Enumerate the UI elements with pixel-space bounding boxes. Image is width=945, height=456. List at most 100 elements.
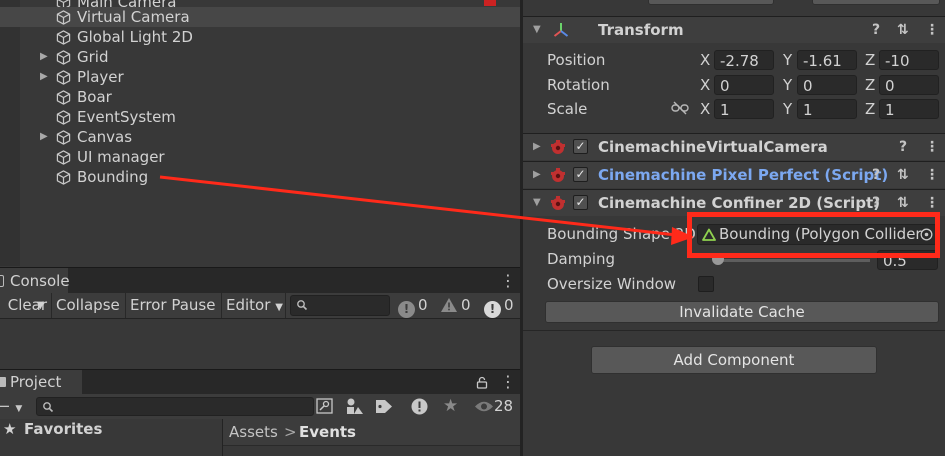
presets-icon[interactable]: ⇅ bbox=[897, 17, 909, 43]
transform-header[interactable]: ▼ Transform ? ⇅ ⋮ bbox=[523, 16, 945, 43]
gameobject-icon bbox=[56, 30, 71, 45]
hierarchy-item-canvas[interactable]: ▶ Canvas bbox=[0, 127, 520, 147]
position-z-field[interactable]: -10 bbox=[879, 50, 939, 70]
project-toolbar: − ▼ ★ 28 bbox=[0, 394, 520, 420]
rotation-label: Rotation bbox=[547, 76, 610, 94]
error-pause-toggle[interactable]: Error Pause bbox=[126, 293, 222, 318]
tab-console-label: Console bbox=[10, 272, 70, 290]
hierarchy-item-global-light-2d[interactable]: Global Light 2D bbox=[0, 27, 520, 47]
project-search-input[interactable] bbox=[36, 397, 314, 416]
constrain-proportions-icon[interactable] bbox=[671, 101, 689, 115]
clear-options-dropdown[interactable]: ▼ bbox=[30, 293, 52, 318]
cinemachine-virtual-camera-header[interactable]: ▶ ✓ CinemachineVirtualCamera ? ⋮ bbox=[523, 133, 945, 160]
hierarchy-item-grid[interactable]: ▶ Grid bbox=[0, 47, 520, 67]
hierarchy-item-label: EventSystem bbox=[77, 108, 176, 126]
rotation-y-axis-label[interactable]: Y bbox=[783, 75, 792, 95]
oversize-window-label: Oversize Window bbox=[547, 275, 677, 293]
scale-x-field[interactable]: 1 bbox=[714, 99, 774, 119]
collapse-toggle[interactable]: Collapse bbox=[52, 293, 126, 318]
help-icon[interactable]: ? bbox=[872, 162, 880, 188]
position-x-axis-label[interactable]: X bbox=[700, 50, 710, 70]
cinemachine-pixel-perfect-header[interactable]: ▶ ✓ Cinemachine Pixel Perfect (Script) ?… bbox=[523, 161, 945, 188]
gameobject-icon bbox=[56, 170, 71, 185]
cinemachine-virtual-camera-title: CinemachineVirtualCamera bbox=[598, 138, 828, 156]
position-z-axis-label[interactable]: Z bbox=[865, 50, 875, 70]
oversize-window-checkbox[interactable] bbox=[698, 276, 714, 292]
warning-count-toggle[interactable]: 0 bbox=[440, 293, 471, 318]
filter-by-importlog-icon[interactable] bbox=[411, 398, 428, 415]
log-count-toggle[interactable]: ! 0 bbox=[398, 293, 428, 318]
transform-icon bbox=[553, 22, 569, 38]
position-y-field[interactable]: -1.61 bbox=[797, 50, 857, 70]
bounding-shape-label: Bounding Shape 2D bbox=[547, 225, 696, 243]
layer-dropdown[interactable] bbox=[812, 0, 940, 5]
tab-project[interactable]: Project bbox=[0, 370, 82, 395]
gameobject-icon bbox=[56, 50, 71, 65]
expand-arrow-icon[interactable]: ▶ bbox=[40, 127, 50, 147]
cinemachine-virtual-camera-enabled-checkbox[interactable]: ✓ bbox=[573, 139, 588, 154]
hidden-packages-toggle[interactable]: 28 bbox=[474, 394, 513, 419]
scale-z-axis-label[interactable]: Z bbox=[865, 99, 875, 119]
search-scope-icon[interactable] bbox=[316, 398, 334, 415]
damping-slider-track[interactable] bbox=[714, 259, 870, 262]
scale-y-field[interactable]: 1 bbox=[797, 99, 857, 119]
transform-title: Transform bbox=[598, 21, 684, 39]
console-menu-icon[interactable]: ⋮ bbox=[500, 268, 516, 294]
rotation-x-axis-label[interactable]: X bbox=[700, 75, 710, 95]
expand-arrow-icon[interactable]: ▶ bbox=[533, 134, 541, 160]
filter-by-label-icon[interactable] bbox=[375, 399, 393, 414]
help-icon[interactable]: ? bbox=[899, 134, 907, 160]
gameobject-icon bbox=[56, 130, 71, 145]
expand-arrow-icon[interactable]: ▶ bbox=[40, 47, 50, 67]
favorite-star-icon[interactable]: ★ bbox=[443, 394, 458, 419]
hierarchy-item-ui-manager[interactable]: UI manager bbox=[0, 147, 520, 167]
hierarchy-item-eventsystem[interactable]: EventSystem bbox=[0, 107, 520, 127]
position-y-axis-label[interactable]: Y bbox=[783, 50, 792, 70]
scale-x-axis-label[interactable]: X bbox=[700, 99, 710, 119]
cinemachine-pixel-perfect-enabled-checkbox[interactable]: ✓ bbox=[573, 167, 588, 182]
project-menu-icon[interactable]: ⋮ bbox=[500, 369, 516, 395]
add-component-button[interactable]: Add Component bbox=[591, 346, 877, 374]
rotation-x-field[interactable]: 0 bbox=[714, 75, 774, 95]
cinemachine-script-icon bbox=[550, 195, 566, 211]
help-icon[interactable]: ? bbox=[872, 17, 880, 43]
component-menu-icon[interactable]: ⋮ bbox=[925, 17, 939, 43]
editor-dropdown[interactable]: Editor ▼ bbox=[222, 293, 286, 318]
lock-icon[interactable] bbox=[476, 376, 488, 389]
position-x-field[interactable]: -2.78 bbox=[714, 50, 774, 70]
hierarchy-item-boar[interactable]: Boar bbox=[0, 87, 520, 107]
scale-y-axis-label[interactable]: Y bbox=[783, 99, 792, 119]
console-search-input[interactable] bbox=[290, 295, 390, 316]
error-badge-icon bbox=[484, 0, 496, 6]
expand-arrow-icon[interactable]: ▶ bbox=[40, 67, 50, 87]
scale-z-field[interactable]: 1 bbox=[879, 99, 939, 119]
component-menu-icon[interactable]: ⋮ bbox=[925, 162, 939, 188]
hierarchy-item-player[interactable]: ▶ Player bbox=[0, 67, 520, 87]
rotation-y-field[interactable]: 0 bbox=[797, 75, 857, 95]
rotation-z-field[interactable]: 0 bbox=[879, 75, 939, 95]
hierarchy-item-virtual-camera[interactable]: Virtual Camera bbox=[0, 7, 520, 27]
collapse-arrow-icon[interactable]: ▼ bbox=[533, 17, 541, 43]
project-folder-tree: ★ Favorites bbox=[0, 419, 223, 456]
filter-by-type-icon[interactable] bbox=[345, 398, 365, 415]
invalidate-cache-button[interactable]: Invalidate Cache bbox=[545, 301, 939, 323]
tab-console[interactable]: Console bbox=[0, 268, 70, 294]
component-menu-icon[interactable]: ⋮ bbox=[925, 134, 939, 160]
error-count-toggle[interactable]: ! 0 bbox=[484, 293, 514, 318]
cinemachine-confiner-2d-enabled-checkbox[interactable]: ✓ bbox=[573, 195, 588, 210]
info-icon: ! bbox=[398, 301, 415, 318]
tag-dropdown[interactable] bbox=[648, 0, 774, 5]
cinemachine-pixel-perfect-title: Cinemachine Pixel Perfect (Script) bbox=[598, 166, 889, 184]
collapse-arrow-icon[interactable]: ▼ bbox=[533, 190, 541, 216]
breadcrumb-assets[interactable]: Assets bbox=[229, 419, 278, 445]
gameobject-icon bbox=[56, 150, 71, 165]
console-tab-icon bbox=[0, 275, 4, 287]
scale-label: Scale bbox=[547, 100, 588, 118]
gameobject-icon bbox=[56, 10, 71, 25]
breadcrumb-events[interactable]: Events bbox=[299, 419, 356, 445]
create-dropdown[interactable]: − ▼ bbox=[0, 394, 22, 422]
hierarchy-item-bounding[interactable]: Bounding bbox=[0, 167, 520, 187]
rotation-z-axis-label[interactable]: Z bbox=[865, 75, 875, 95]
presets-icon[interactable]: ⇅ bbox=[897, 162, 909, 188]
expand-arrow-icon[interactable]: ▶ bbox=[533, 162, 541, 188]
